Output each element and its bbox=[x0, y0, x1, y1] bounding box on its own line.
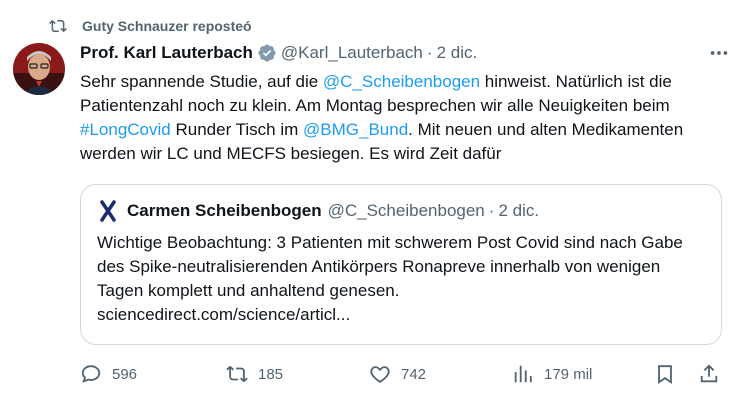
quote-header: Carmen Scheibenbogen @C_Scheibenbogen · … bbox=[97, 199, 705, 223]
repost-button[interactable]: 185 bbox=[226, 360, 283, 388]
like-count: 742 bbox=[401, 365, 427, 383]
mention-link[interactable]: @C_Scheibenbogen bbox=[323, 72, 480, 91]
views-chart-icon bbox=[514, 365, 532, 383]
tweet-text-part: Sehr spannende Studie, auf die bbox=[80, 72, 323, 91]
quote-meta-separator: · bbox=[488, 201, 495, 220]
quote-link[interactable]: sciencedirect.com/science/articl... bbox=[97, 303, 705, 327]
reply-count: 596 bbox=[112, 365, 138, 383]
tweet-date[interactable]: 2 dic. bbox=[437, 43, 478, 63]
views-button[interactable]: 179 mil bbox=[512, 360, 592, 388]
share-button[interactable] bbox=[698, 360, 720, 388]
tweet-text-part: Runder Tisch im bbox=[170, 120, 304, 139]
heart-icon bbox=[370, 366, 390, 383]
quote-text: Wichtige Beobachtung: 3 Patienten mit sc… bbox=[97, 231, 705, 327]
share-icon bbox=[700, 364, 718, 383]
repost-indicator[interactable]: Guty Schnauzer reposteó bbox=[48, 16, 252, 36]
reply-icon bbox=[81, 365, 101, 383]
verified-badge-icon[interactable] bbox=[257, 43, 277, 63]
meta-separator: · bbox=[426, 43, 433, 62]
author-handle[interactable]: @Karl_Lauterbach bbox=[281, 43, 423, 63]
repost-icon bbox=[48, 16, 68, 36]
repost-count: 185 bbox=[258, 365, 284, 383]
views-count: 179 mil bbox=[544, 365, 593, 383]
quote-author-name: Carmen Scheibenbogen bbox=[127, 201, 322, 220]
tweet-content: Prof. Karl Lauterbach @Karl_Lauterbach ·… bbox=[80, 40, 740, 345]
quoted-tweet[interactable]: Carmen Scheibenbogen @C_Scheibenbogen · … bbox=[80, 184, 722, 345]
quote-author-handle: @C_Scheibenbogen bbox=[327, 201, 485, 220]
quote-author-avatar bbox=[97, 200, 119, 222]
author-name[interactable]: Prof. Karl Lauterbach bbox=[80, 43, 253, 63]
quote-date: 2 dic. bbox=[498, 201, 540, 220]
tweet-header: Prof. Karl Lauterbach @Karl_Lauterbach ·… bbox=[80, 40, 740, 66]
more-options-icon[interactable] bbox=[704, 40, 734, 66]
tweet-text: Sehr spannende Studie, auf die @C_Scheib… bbox=[80, 70, 740, 166]
quote-body: Wichtige Beobachtung: 3 Patienten mit sc… bbox=[97, 233, 683, 300]
repost-text: Guty Schnauzer reposteó bbox=[82, 18, 252, 34]
like-button[interactable]: 742 bbox=[369, 360, 426, 388]
mention-link[interactable]: @BMG_Bund bbox=[303, 120, 408, 139]
author-avatar[interactable] bbox=[13, 43, 65, 95]
repost-action-icon bbox=[226, 366, 248, 382]
bookmark-icon bbox=[658, 365, 672, 384]
hashtag-link[interactable]: #LongCovid bbox=[80, 120, 171, 139]
reply-button[interactable]: 596 bbox=[80, 360, 137, 388]
action-bar: 596 185 742 179 mil bbox=[80, 360, 730, 388]
bookmark-button[interactable] bbox=[654, 360, 676, 388]
